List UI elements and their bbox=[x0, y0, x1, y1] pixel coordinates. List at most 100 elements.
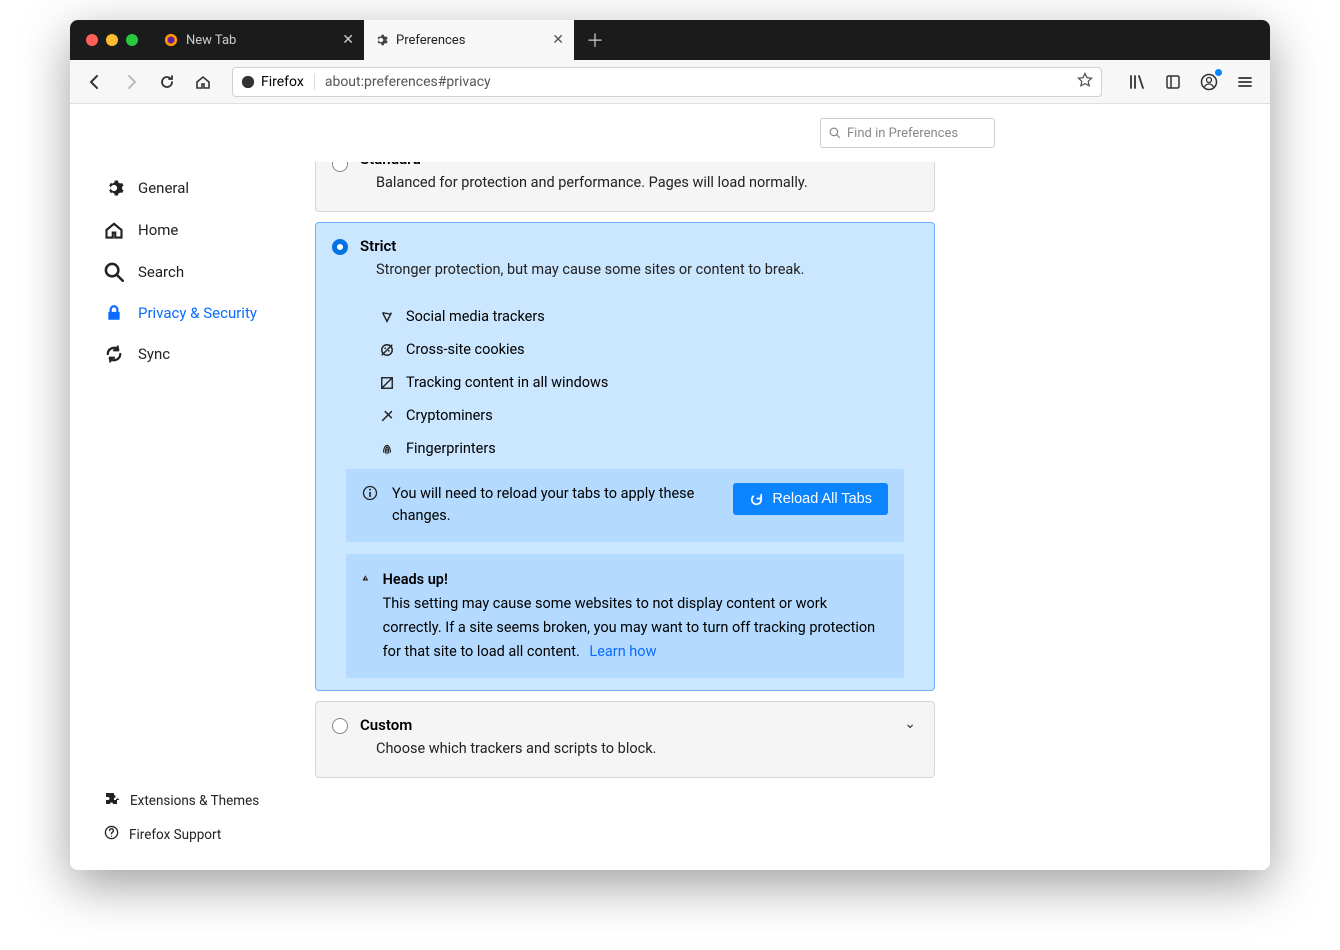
sidebar-item-label: Search bbox=[138, 263, 184, 281]
arrow-right-icon bbox=[123, 74, 139, 90]
help-icon bbox=[104, 825, 119, 844]
library-button[interactable] bbox=[1122, 67, 1152, 97]
window-controls bbox=[70, 34, 154, 46]
home-icon bbox=[195, 74, 211, 90]
tracker-item: Cross-site cookies bbox=[380, 341, 934, 358]
home-icon bbox=[104, 220, 124, 240]
reload-info-text: You will need to reload your tabs to app… bbox=[392, 483, 719, 528]
info-icon bbox=[362, 485, 378, 501]
option-desc: Balanced for protection and performance.… bbox=[376, 174, 918, 197]
preferences-main: Standard Balanced for protection and per… bbox=[315, 162, 1270, 870]
tracking-content-icon bbox=[380, 376, 394, 390]
option-standard[interactable]: Standard Balanced for protection and per… bbox=[315, 162, 935, 212]
warning-icon bbox=[362, 570, 369, 586]
close-tab-button[interactable]: ✕ bbox=[342, 32, 354, 48]
tracker-item: Cryptominers bbox=[380, 407, 934, 424]
new-tab-button[interactable]: ＋ bbox=[578, 23, 612, 57]
url-text: about:preferences#privacy bbox=[325, 74, 491, 90]
chevron-down-icon[interactable]: ⌄ bbox=[902, 716, 918, 732]
heads-up-box: Heads up! This setting may cause some we… bbox=[346, 554, 904, 678]
heads-up-title: Heads up! bbox=[383, 568, 888, 592]
account-button[interactable] bbox=[1194, 67, 1224, 97]
identity-box[interactable]: Firefox bbox=[241, 74, 315, 90]
bookmark-star-button[interactable] bbox=[1077, 72, 1093, 92]
preferences-page: Find in Preferences General Home bbox=[70, 104, 1270, 870]
preferences-search[interactable]: Find in Preferences bbox=[820, 118, 995, 148]
learn-how-link[interactable]: Learn how bbox=[589, 643, 656, 660]
sidebar-link-extensions[interactable]: Extensions & Themes bbox=[100, 785, 315, 817]
sidebar-link-label: Extensions & Themes bbox=[130, 793, 259, 809]
sidebar-item-sync[interactable]: Sync bbox=[100, 334, 315, 374]
sidebar-item-label: Sync bbox=[138, 345, 170, 363]
identity-label: Firefox bbox=[261, 74, 304, 90]
close-window-button[interactable] bbox=[86, 34, 98, 46]
arrow-left-icon bbox=[87, 74, 103, 90]
back-button[interactable] bbox=[80, 67, 110, 97]
puzzle-icon bbox=[104, 791, 120, 811]
library-icon bbox=[1129, 74, 1145, 90]
sidebar-item-label: Home bbox=[138, 221, 178, 239]
panel-icon bbox=[1165, 74, 1181, 90]
sidebar-button[interactable] bbox=[1158, 67, 1188, 97]
reload-button-label: Reload All Tabs bbox=[772, 491, 872, 507]
search-placeholder: Find in Preferences bbox=[847, 126, 958, 141]
firefox-icon bbox=[164, 33, 178, 47]
cryptominer-icon bbox=[380, 409, 394, 423]
sidebar-link-support[interactable]: Firefox Support bbox=[100, 819, 315, 850]
sidebar-item-general[interactable]: General bbox=[100, 168, 315, 208]
option-desc: Choose which trackers and scripts to blo… bbox=[376, 740, 902, 763]
tracker-label: Cross-site cookies bbox=[406, 341, 525, 358]
toolbar-right bbox=[1122, 67, 1260, 97]
option-title: Custom bbox=[360, 716, 902, 734]
tab-strip: New Tab ✕ Preferences ✕ ＋ bbox=[70, 20, 1270, 60]
radio-custom[interactable] bbox=[332, 718, 348, 734]
tracker-label: Cryptominers bbox=[406, 407, 493, 424]
maximize-window-button[interactable] bbox=[126, 34, 138, 46]
url-bar[interactable]: Firefox about:preferences#privacy bbox=[232, 67, 1102, 97]
forward-button[interactable] bbox=[116, 67, 146, 97]
radio-strict[interactable] bbox=[332, 239, 348, 255]
menu-button[interactable] bbox=[1230, 67, 1260, 97]
search-icon bbox=[104, 262, 124, 282]
fingerprint-icon bbox=[380, 442, 394, 456]
sidebar-item-home[interactable]: Home bbox=[100, 210, 315, 250]
tracker-list: Social media trackers Cross-site cookies… bbox=[380, 308, 934, 457]
radio-standard[interactable] bbox=[332, 162, 348, 172]
minimize-window-button[interactable] bbox=[106, 34, 118, 46]
reload-info-box: You will need to reload your tabs to app… bbox=[346, 469, 904, 542]
nav-toolbar: Firefox about:preferences#privacy bbox=[70, 60, 1270, 104]
option-title: Standard bbox=[360, 162, 918, 168]
sidebar-item-label: Privacy & Security bbox=[138, 304, 257, 322]
tab-new-tab[interactable]: New Tab ✕ bbox=[154, 20, 364, 60]
option-custom[interactable]: Custom Choose which trackers and scripts… bbox=[315, 701, 935, 778]
firefox-logo-icon bbox=[241, 75, 255, 89]
sync-icon bbox=[104, 344, 124, 364]
reload-all-tabs-button[interactable]: Reload All Tabs bbox=[733, 483, 888, 515]
tracker-label: Fingerprinters bbox=[406, 440, 496, 457]
browser-window: New Tab ✕ Preferences ✕ ＋ Firefox a bbox=[70, 20, 1270, 870]
sidebar-link-label: Firefox Support bbox=[129, 827, 221, 843]
cookie-icon bbox=[380, 343, 394, 357]
search-icon bbox=[829, 127, 841, 139]
tracker-label: Social media trackers bbox=[406, 308, 545, 325]
option-title: Strict bbox=[360, 237, 918, 255]
home-button[interactable] bbox=[188, 67, 218, 97]
social-tracker-icon bbox=[380, 310, 394, 324]
lock-icon bbox=[104, 304, 124, 322]
gear-icon bbox=[374, 33, 388, 47]
option-strict[interactable]: Strict Stronger protection, but may caus… bbox=[315, 222, 935, 691]
reload-button[interactable] bbox=[152, 67, 182, 97]
sidebar-item-privacy[interactable]: Privacy & Security bbox=[100, 294, 315, 332]
tracker-item: Social media trackers bbox=[380, 308, 934, 325]
tracker-label: Tracking content in all windows bbox=[406, 374, 608, 391]
sidebar-item-search[interactable]: Search bbox=[100, 252, 315, 292]
option-desc: Stronger protection, but may cause some … bbox=[376, 261, 918, 284]
tab-label: Preferences bbox=[396, 33, 465, 48]
tab-preferences[interactable]: Preferences ✕ bbox=[364, 20, 574, 60]
reload-icon bbox=[159, 74, 175, 90]
gear-icon bbox=[104, 178, 124, 198]
sidebar-item-label: General bbox=[138, 179, 189, 197]
tracker-item: Fingerprinters bbox=[380, 440, 934, 457]
notification-dot bbox=[1215, 69, 1222, 76]
close-tab-button[interactable]: ✕ bbox=[552, 32, 564, 48]
